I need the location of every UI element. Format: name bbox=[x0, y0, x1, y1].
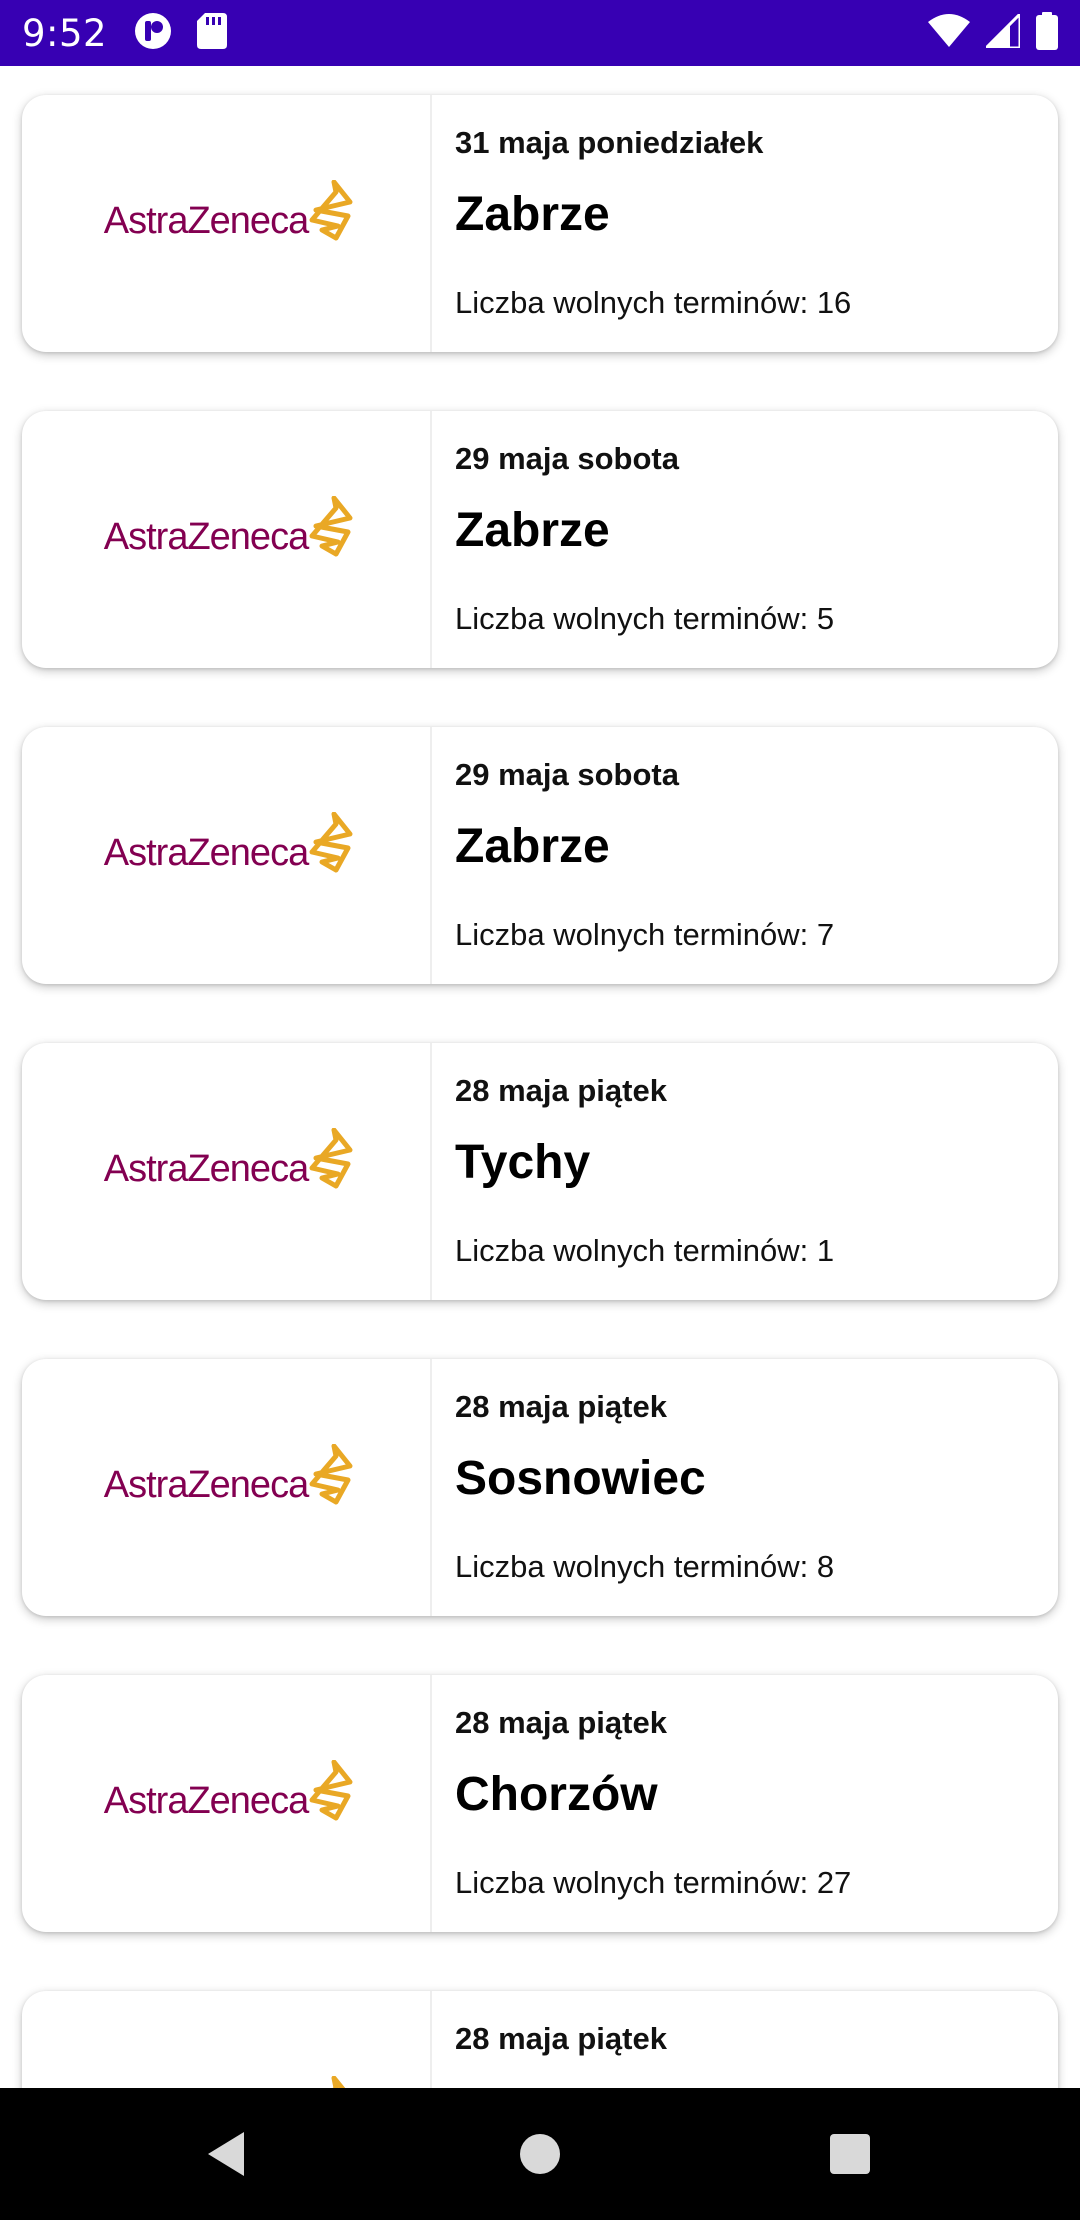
slot-city: Chorzów bbox=[455, 1768, 658, 1821]
slot-count: Liczba wolnych terminów: 16 bbox=[455, 285, 852, 320]
astrazeneca-mark-icon bbox=[309, 811, 353, 872]
slot-city: Zabrze bbox=[455, 504, 610, 557]
home-button[interactable] bbox=[510, 2124, 570, 2184]
card-image-area: AstraZeneca bbox=[22, 1359, 432, 1616]
card-image-area: AstraZeneca bbox=[22, 95, 432, 352]
astrazeneca-logo: AstraZeneca bbox=[104, 495, 356, 556]
back-button[interactable] bbox=[196, 2124, 256, 2184]
slot-city: Zabrze bbox=[455, 820, 610, 873]
battery-icon bbox=[1036, 11, 1058, 55]
slot-date: 28 maja piątek bbox=[455, 1073, 667, 1108]
slot-card[interactable]: AstraZeneca 28 maja piątek Sosnowiec Lic… bbox=[22, 1359, 1058, 1616]
slot-count: Liczba wolnych terminów: 7 bbox=[455, 917, 835, 952]
slot-date: 31 maja poniedziałek bbox=[455, 125, 764, 160]
status-time: 9:52 bbox=[22, 11, 108, 55]
astrazeneca-mark-icon bbox=[309, 1759, 353, 1820]
slot-city: Zabrze bbox=[455, 188, 610, 241]
slot-count: Liczba wolnych terminów: 27 bbox=[455, 1865, 852, 1900]
navigation-bar bbox=[0, 2088, 1080, 2220]
slot-list[interactable]: AstraZeneca 31 maja poniedziałek Zabrze … bbox=[0, 66, 1080, 2088]
slot-count: Liczba wolnych terminów: 8 bbox=[455, 1549, 835, 1584]
astrazeneca-mark-icon bbox=[309, 1127, 353, 1188]
cell-signal-icon bbox=[982, 9, 1022, 53]
recents-icon bbox=[830, 2134, 870, 2174]
slot-date: 29 maja sobota bbox=[455, 441, 679, 476]
slot-date: 28 maja piątek bbox=[455, 2021, 667, 2056]
astrazeneca-logo: AstraZeneca bbox=[104, 2075, 356, 2088]
sd-card-icon bbox=[197, 12, 228, 54]
home-icon bbox=[520, 2134, 560, 2174]
card-image-area: AstraZeneca bbox=[22, 1991, 432, 2088]
astrazeneca-logo: AstraZeneca bbox=[104, 1127, 356, 1188]
slot-card[interactable]: AstraZeneca 31 maja poniedziałek Zabrze … bbox=[22, 95, 1058, 352]
slot-count: Liczba wolnych terminów: 1 bbox=[455, 1233, 835, 1268]
astrazeneca-logo: AstraZeneca bbox=[104, 179, 356, 240]
slot-city: Sosnowiec bbox=[455, 1452, 706, 1505]
astrazeneca-logo: AstraZeneca bbox=[104, 1759, 356, 1820]
astrazeneca-mark-icon bbox=[309, 1443, 353, 1504]
astrazeneca-logo: AstraZeneca bbox=[104, 1443, 356, 1504]
astrazeneca-mark-icon bbox=[331, 2075, 346, 2088]
wifi-icon bbox=[928, 13, 970, 53]
slot-count: Liczba wolnych terminów: 5 bbox=[455, 601, 835, 636]
app-notification-icon bbox=[133, 11, 173, 56]
recents-button[interactable] bbox=[820, 2124, 880, 2184]
card-image-area: AstraZeneca bbox=[22, 1043, 432, 1300]
slot-card[interactable]: AstraZeneca 28 maja piątek Tychy Liczba … bbox=[22, 1043, 1058, 1300]
slot-card[interactable]: AstraZeneca 29 maja sobota Zabrze Liczba… bbox=[22, 727, 1058, 984]
astrazeneca-logo: AstraZeneca bbox=[104, 811, 356, 872]
slot-date: 28 maja piątek bbox=[455, 1389, 667, 1424]
astrazeneca-mark-icon bbox=[309, 179, 353, 240]
status-bar: 9:52 bbox=[0, 0, 1080, 66]
astrazeneca-mark-icon bbox=[309, 495, 353, 556]
slot-card[interactable]: AstraZeneca 28 maja piątek Chorzów Liczb… bbox=[22, 1675, 1058, 1932]
card-image-area: AstraZeneca bbox=[22, 727, 432, 984]
slot-date: 29 maja sobota bbox=[455, 757, 679, 792]
slot-date: 28 maja piątek bbox=[455, 1705, 667, 1740]
slot-card[interactable]: AstraZeneca 28 maja piątek bbox=[22, 1991, 1058, 2088]
card-image-area: AstraZeneca bbox=[22, 411, 432, 668]
slot-city: Tychy bbox=[455, 1136, 591, 1189]
slot-card[interactable]: AstraZeneca 29 maja sobota Zabrze Liczba… bbox=[22, 411, 1058, 668]
back-icon bbox=[208, 2132, 244, 2176]
card-image-area: AstraZeneca bbox=[22, 1675, 432, 1932]
